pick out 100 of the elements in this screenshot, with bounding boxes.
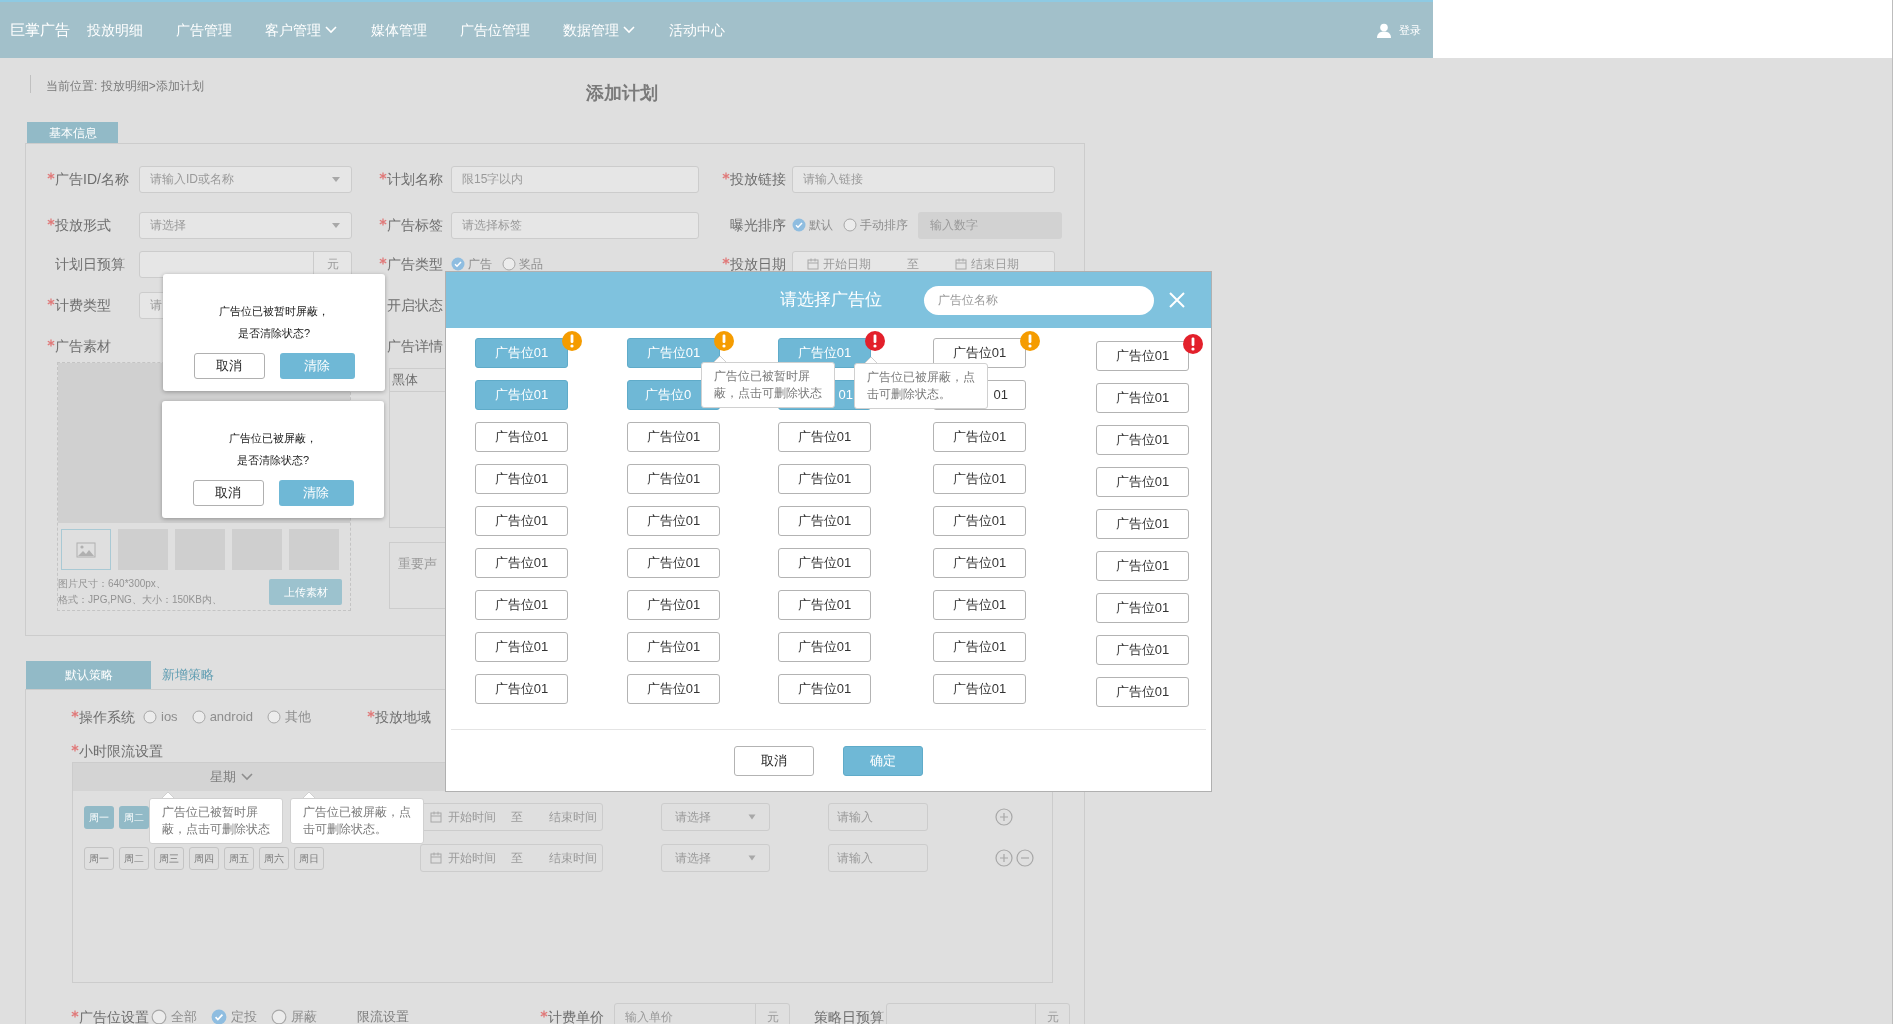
- slot-button[interactable]: 广告位01: [1096, 635, 1189, 665]
- slot-button[interactable]: 广告位01: [475, 464, 568, 494]
- nav-item[interactable]: 数据管理: [563, 19, 636, 41]
- slot-button[interactable]: 广告位01: [475, 674, 568, 704]
- time-range-field[interactable]: 开始时间 至 结束时间: [420, 844, 603, 872]
- slot-button[interactable]: 广告位01: [778, 422, 871, 452]
- clear-button[interactable]: 清除: [279, 353, 355, 379]
- nav-item[interactable]: 广告位管理: [460, 19, 530, 41]
- slot-button[interactable]: 广告位01: [933, 422, 1026, 452]
- slot-button[interactable]: 广告位01: [933, 506, 1026, 536]
- slot-button[interactable]: 广告位01: [627, 506, 720, 536]
- day-chip[interactable]: 周四: [189, 846, 219, 870]
- alert-icon[interactable]: [714, 331, 734, 351]
- slot-button[interactable]: 广告位01: [933, 338, 1026, 368]
- radio-icon[interactable]: [151, 1009, 167, 1024]
- slot-button[interactable]: 广告位01: [778, 506, 871, 536]
- add-icon[interactable]: [995, 808, 1013, 826]
- radio-icon[interactable]: [792, 218, 806, 232]
- day-chip[interactable]: 周三: [154, 846, 184, 870]
- clear-button[interactable]: 清除: [278, 480, 354, 506]
- strategy-tab[interactable]: 默认策略: [26, 661, 151, 689]
- cancel-button[interactable]: 取消: [192, 480, 264, 506]
- slot-button[interactable]: 广告位01: [1096, 677, 1189, 707]
- slot-button[interactable]: 广告位01: [627, 548, 720, 578]
- slot-button[interactable]: 广告位01: [778, 674, 871, 704]
- radio-option[interactable]: android: [191, 707, 253, 727]
- slot-button[interactable]: 广告位01: [778, 548, 871, 578]
- input-field[interactable]: 限15字以内: [451, 165, 699, 193]
- slot-button[interactable]: 广告位01: [475, 590, 568, 620]
- nav-item[interactable]: 客户管理: [265, 19, 338, 41]
- close-icon[interactable]: [1168, 291, 1186, 309]
- radio-icon[interactable]: [143, 710, 157, 724]
- radio-option[interactable]: 默认: [792, 216, 833, 234]
- input-field[interactable]: 请输入链接: [792, 165, 1055, 193]
- alert-icon[interactable]: [865, 331, 885, 351]
- slot-button[interactable]: 广告位01: [627, 338, 720, 368]
- add-icon[interactable]: [995, 849, 1013, 867]
- slot-button[interactable]: 广告位01: [933, 674, 1026, 704]
- slot-button[interactable]: 广告位01: [475, 506, 568, 536]
- day-chip[interactable]: 周日: [294, 846, 324, 870]
- day-chip[interactable]: 周五: [224, 846, 254, 870]
- slot-button[interactable]: 广告位01: [1096, 593, 1189, 623]
- select-field[interactable]: 请选择: [661, 803, 770, 831]
- input-field[interactable]: 请输入: [828, 803, 928, 831]
- cancel-button[interactable]: 取消: [193, 353, 265, 379]
- slot-button[interactable]: 广告位01: [475, 632, 568, 662]
- slot-button[interactable]: 广告位01: [778, 590, 871, 620]
- slot-button[interactable]: 广告位01: [1096, 383, 1189, 413]
- input-field[interactable]: 请选择标签: [451, 211, 699, 239]
- radio-icon[interactable]: [211, 1009, 227, 1024]
- slot-button[interactable]: 广告位01: [475, 548, 568, 578]
- slot-button[interactable]: 广告位01: [627, 632, 720, 662]
- radio-option[interactable]: 定投: [211, 1007, 257, 1024]
- input-field[interactable]: 输入单价 元: [614, 1003, 790, 1024]
- thumbnail[interactable]: [61, 529, 111, 570]
- radio-option[interactable]: ios: [143, 707, 178, 727]
- day-chip[interactable]: 周六: [259, 846, 289, 870]
- slot-button[interactable]: 广告位01: [933, 464, 1026, 494]
- alert-icon[interactable]: [1020, 331, 1040, 351]
- slot-button[interactable]: 广告位01: [1096, 425, 1189, 455]
- nav-item[interactable]: 广告管理: [176, 19, 232, 41]
- slot-button[interactable]: 广告位01: [1096, 341, 1189, 371]
- slot-button[interactable]: 广告位01: [933, 590, 1026, 620]
- radio-option[interactable]: 奖品: [502, 255, 543, 273]
- day-chip[interactable]: 周一: [84, 805, 114, 829]
- nav-item[interactable]: 活动中心: [669, 19, 725, 41]
- radio-option[interactable]: 其他: [267, 707, 311, 727]
- day-chip[interactable]: 周二: [119, 805, 149, 829]
- font-select[interactable]: 黑体: [392, 370, 418, 390]
- slot-button[interactable]: 广告位01: [1096, 509, 1189, 539]
- slot-button[interactable]: 广告位01: [475, 338, 568, 368]
- nav-item[interactable]: 媒体管理: [371, 19, 427, 41]
- slot-button[interactable]: 广告位01: [778, 464, 871, 494]
- radio-option[interactable]: 屏蔽: [271, 1007, 317, 1024]
- radio-icon[interactable]: [267, 710, 281, 724]
- cancel-button[interactable]: 取消: [734, 746, 814, 776]
- slot-button[interactable]: 广告位01: [627, 464, 720, 494]
- radio-option[interactable]: 广告: [451, 255, 492, 273]
- radio-icon[interactable]: [271, 1009, 287, 1024]
- slot-button[interactable]: 广告位01: [933, 632, 1026, 662]
- search-field[interactable]: 广告位名称: [924, 285, 1154, 315]
- input-field[interactable]: 请输入: [828, 844, 928, 872]
- slot-button[interactable]: 广告位01: [1096, 467, 1189, 497]
- alert-icon[interactable]: [1183, 334, 1203, 354]
- input-field[interactable]: 元: [886, 1003, 1070, 1024]
- slot-button[interactable]: 广告位01: [475, 380, 568, 410]
- radio-icon[interactable]: [191, 710, 206, 724]
- radio-option[interactable]: 手动排序: [843, 216, 908, 234]
- slot-button[interactable]: 广告位01: [627, 590, 720, 620]
- login-link[interactable]: 登录: [1399, 21, 1421, 39]
- select-field[interactable]: 请选择: [139, 211, 352, 239]
- radio-icon[interactable]: [843, 218, 857, 232]
- radio-icon[interactable]: [502, 257, 516, 271]
- select-field[interactable]: 请选择: [661, 844, 770, 872]
- select-field[interactable]: 请输入ID或名称: [139, 165, 352, 193]
- rate-limit-link[interactable]: 限流设置: [357, 1007, 409, 1024]
- alert-icon[interactable]: [562, 331, 582, 351]
- remove-icon[interactable]: [1016, 849, 1034, 867]
- slot-button[interactable]: 广告位01: [475, 422, 568, 452]
- slot-button[interactable]: 广告位01: [778, 632, 871, 662]
